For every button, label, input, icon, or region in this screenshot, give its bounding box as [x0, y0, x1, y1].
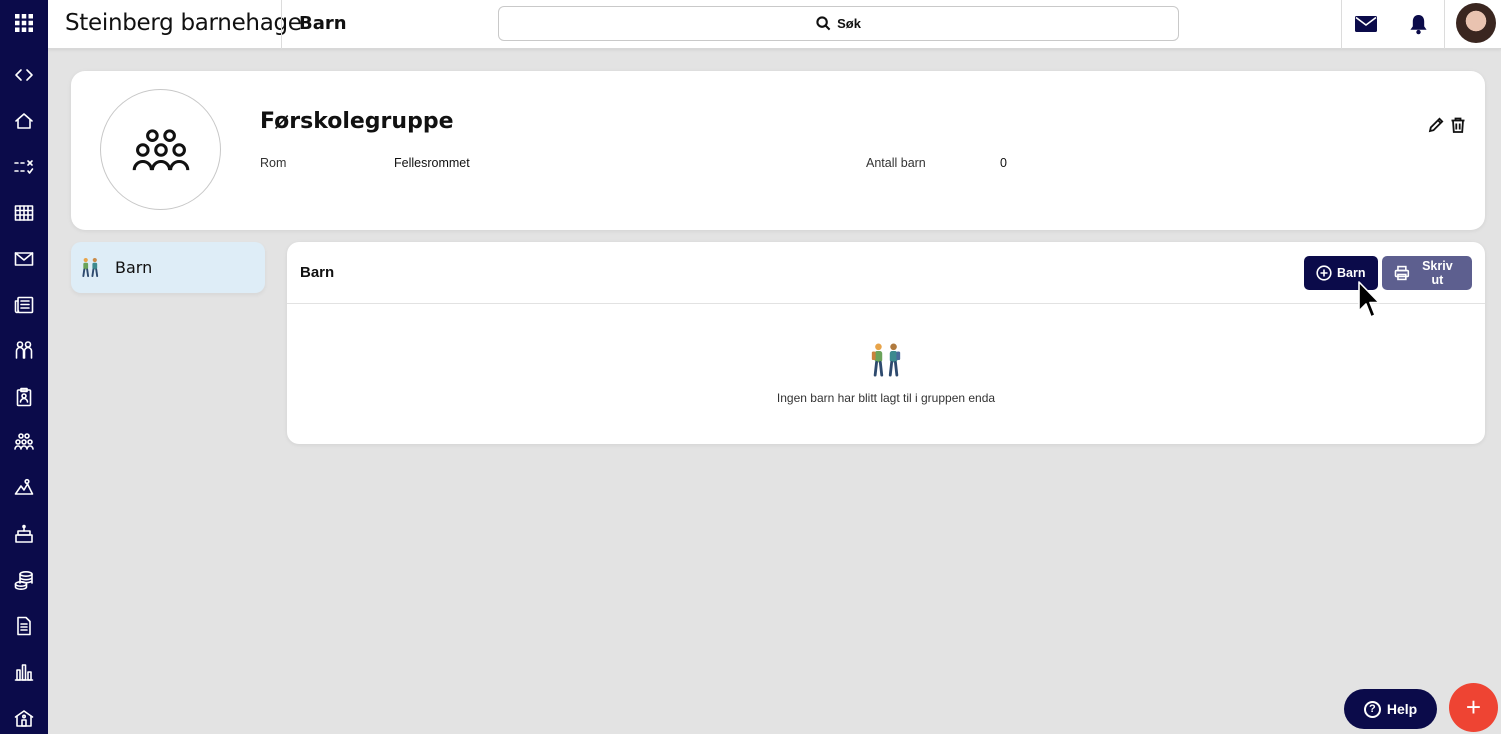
- children-walking-icon: [871, 343, 901, 377]
- search-input[interactable]: Søk: [498, 6, 1179, 41]
- kindergarten-icon[interactable]: [0, 704, 48, 732]
- side-nav-item-barn[interactable]: Barn: [71, 242, 265, 293]
- bell-icon[interactable]: [1405, 11, 1431, 37]
- empty-state-text: Ingen barn har blitt lagt til i gruppen …: [776, 391, 996, 405]
- user-avatar[interactable]: [1456, 3, 1496, 43]
- group-name: Førskolegruppe: [260, 109, 454, 134]
- question-icon: ?: [1363, 700, 1381, 718]
- print-label: Skriv ut: [1422, 259, 1453, 287]
- divider: [1341, 0, 1342, 49]
- group-avatar: [100, 89, 221, 210]
- mail-icon[interactable]: [0, 245, 48, 273]
- top-bar: Steinberg barnehage Barn Søk: [48, 0, 1501, 49]
- plus-circle-icon: [1316, 265, 1332, 281]
- statistics-icon[interactable]: [0, 658, 48, 686]
- children-panel: Barn Barn Skriv ut Ingen barn har blitt …: [287, 242, 1485, 444]
- printer-icon: [1394, 265, 1410, 281]
- activities-icon[interactable]: [0, 474, 48, 502]
- payments-icon[interactable]: [0, 566, 48, 594]
- panel-title: Barn: [300, 264, 335, 281]
- home-icon[interactable]: [0, 107, 48, 135]
- code-toggle-icon[interactable]: [0, 61, 48, 89]
- app-title[interactable]: Steinberg barnehage: [65, 10, 302, 36]
- news-icon[interactable]: [0, 291, 48, 319]
- left-navigation-rail: [0, 0, 48, 734]
- card-actions: [1427, 116, 1467, 139]
- empty-state: Ingen barn har blitt lagt til i gruppen …: [287, 342, 1485, 405]
- apps-grid-icon[interactable]: [0, 9, 48, 37]
- checklist-icon[interactable]: [0, 153, 48, 181]
- room-label: Rom: [260, 156, 287, 170]
- delete-icon[interactable]: [1449, 116, 1467, 139]
- birthday-icon[interactable]: [0, 520, 48, 548]
- mouse-cursor-icon: [1358, 281, 1380, 318]
- child-count-label: Antall barn: [866, 156, 926, 170]
- plus-icon: +: [1465, 692, 1482, 722]
- divider: [281, 0, 282, 49]
- search-icon: [816, 16, 831, 31]
- group-card: Førskolegruppe Rom Fellesrommet Antall b…: [71, 71, 1485, 230]
- children-icon[interactable]: [0, 336, 48, 364]
- document-icon[interactable]: [0, 612, 48, 640]
- add-fab-button[interactable]: +: [1449, 683, 1498, 732]
- edit-icon[interactable]: [1427, 116, 1445, 139]
- child-count-value: 0: [1000, 156, 1007, 170]
- calendar-grid-icon[interactable]: [0, 199, 48, 227]
- help-button[interactable]: ? Help: [1344, 689, 1437, 729]
- group-people-icon: [132, 128, 189, 170]
- page-title: Barn: [299, 13, 347, 34]
- add-child-label: Barn: [1337, 266, 1366, 280]
- divider: [1444, 0, 1445, 49]
- side-nav-label: Barn: [115, 258, 153, 277]
- clipboard-icon[interactable]: [0, 383, 48, 411]
- help-label: Help: [1386, 701, 1418, 717]
- children-walking-icon: [82, 257, 99, 278]
- search-label: Søk: [837, 16, 861, 31]
- panel-header: Barn Barn Skriv ut: [287, 242, 1485, 304]
- room-value: Fellesrommet: [394, 156, 470, 170]
- print-button[interactable]: Skriv ut: [1382, 256, 1472, 290]
- groups-icon[interactable]: [0, 428, 48, 456]
- mail-icon[interactable]: [1353, 11, 1379, 37]
